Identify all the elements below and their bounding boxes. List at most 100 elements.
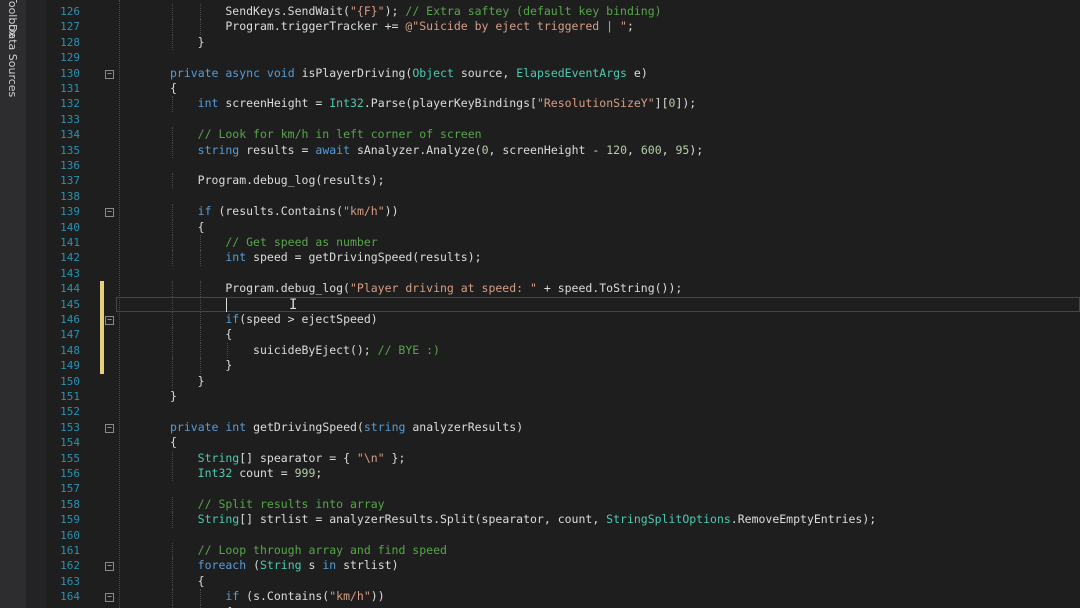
collapse-toggle-icon[interactable]: −: [105, 593, 114, 603]
code-token: }: [225, 358, 233, 373]
code-line[interactable]: 136: [46, 158, 1080, 173]
code-token: {: [225, 605, 232, 608]
indent-guide: [172, 281, 173, 297]
code-line[interactable]: 126 SendKeys.SendWait("{F}"); // Extra sa…: [46, 4, 1080, 20]
code-line[interactable]: 135 string results = await sAnalyzer.Anal…: [46, 142, 1080, 158]
current-line-highlight: [116, 296, 1080, 312]
code-token: {: [170, 435, 177, 450]
code-text: foreach (String s in strlist): [198, 558, 399, 573]
code-line[interactable]: 163 {: [46, 573, 1080, 590]
code-line[interactable]: 158 // Split results into array: [46, 496, 1080, 513]
code-token: );: [384, 4, 406, 18]
code-token: e): [626, 65, 648, 80]
code-token: "ResolutionSizeY": [536, 96, 655, 111]
line-number: 156: [60, 467, 80, 480]
code-line[interactable]: 147 {: [46, 327, 1080, 343]
code-text: }: [225, 358, 232, 373]
line-number: 133: [60, 112, 80, 126]
code-token: )): [370, 589, 385, 604]
code-token: analyzerResults): [405, 419, 524, 434]
code-line[interactable]: 161 // Loop through array and find speed: [46, 543, 1080, 559]
code-line[interactable]: 138: [46, 189, 1080, 204]
code-line[interactable]: 127 Program.triggerTracker += @"Suicide b…: [46, 19, 1080, 35]
code-line[interactable]: 148 suicideByEject(); // BYE :): [46, 342, 1080, 359]
line-number: 131: [60, 82, 80, 95]
collapse-toggle-icon[interactable]: −: [105, 208, 114, 218]
code-line[interactable]: 144 Program.debug_log("Player driving at …: [46, 281, 1080, 297]
code-editor[interactable]: 126 SendKeys.SendWait("{F}"); // Extra sa…: [46, 0, 1080, 608]
code-token: {: [197, 573, 205, 588]
code-line[interactable]: 141 // Get speed as number: [46, 235, 1080, 251]
indent-guide: [172, 512, 173, 528]
indent-guide: [172, 34, 173, 51]
line-number: 154: [60, 436, 80, 450]
code-line[interactable]: 149}: [46, 358, 1080, 374]
code-line[interactable]: 130 − private async void isPlayerDriving(O…: [46, 66, 1080, 81]
code-line[interactable]: 142 int speed = getDrivingSpeed(results);: [46, 250, 1080, 266]
code-text: }: [198, 35, 205, 50]
line-number: 150: [60, 374, 80, 388]
code-token: String: [197, 450, 240, 465]
line-number: 151: [60, 390, 80, 403]
collapse-toggle-icon[interactable]: −: [105, 562, 114, 572]
code-line[interactable]: 134 // Look for km/h in left corner of sc…: [46, 127, 1080, 143]
code-token: ;: [626, 19, 634, 34]
code-line[interactable]: 154 {: [46, 435, 1080, 450]
code-text: String[] strlist = analyzerResults.Split…: [198, 512, 877, 527]
collapse-toggle-icon[interactable]: −: [105, 316, 114, 325]
code-token: ]);: [675, 96, 697, 111]
code-line[interactable]: 157: [46, 481, 1080, 496]
code-line[interactable]: 151}: [46, 389, 1080, 404]
code-line[interactable]: 150}: [46, 373, 1080, 389]
code-token: // Get speed as number: [225, 235, 378, 249]
code-text: {: [170, 435, 177, 450]
indent-guide: [199, 19, 201, 35]
code-line[interactable]: 155 String[] spearator = { "\n" };: [46, 450, 1080, 466]
line-number: 127: [60, 20, 80, 34]
code-token: source,: [453, 65, 517, 80]
code-text: if (s.Contains("km/h")): [225, 589, 384, 604]
code-line[interactable]: 132 int screenHeight = Int32.Parse(player…: [46, 96, 1080, 112]
code-line[interactable]: 129: [46, 50, 1080, 65]
code-text: suicideByEject(); // BYE :): [253, 343, 440, 358]
code-token: );: [689, 142, 704, 157]
line-number: 126: [60, 5, 80, 18]
code-token: if: [225, 312, 240, 326]
code-token: 120: [606, 142, 627, 157]
code-line[interactable]: 152: [46, 404, 1080, 419]
code-line[interactable]: 131 {: [46, 81, 1080, 96]
collapse-toggle-icon[interactable]: −: [105, 423, 114, 433]
code-line[interactable]: 140 {: [46, 219, 1080, 235]
indent-guide: [172, 358, 173, 374]
code-line[interactable]: 137 Program.debug_log(results);: [46, 173, 1080, 189]
line-number: 142: [60, 251, 80, 265]
line-number: 155: [60, 451, 80, 465]
data-sources-tab[interactable]: Data Sources: [6, 24, 19, 97]
code-line[interactable]: 139 − if (results.Contains("km/h")): [46, 204, 1080, 220]
code-token: "\n": [356, 450, 385, 465]
code-text: Program.debug_log("Player driving at spe…: [225, 281, 682, 296]
collapse-toggle-icon[interactable]: −: [105, 69, 114, 79]
code-token: private async void: [170, 65, 302, 80]
code-line[interactable]: 156 Int32 count = 999;: [46, 466, 1080, 482]
code-line[interactable]: 128}: [46, 34, 1080, 51]
indent-guide: [172, 127, 173, 143]
code-line[interactable]: 162 − foreach (String s in strlist): [46, 558, 1080, 574]
code-line[interactable]: 143: [46, 266, 1080, 281]
indent-guide: [172, 204, 173, 220]
code-line[interactable]: 164 − if (s.Contains("km/h")): [46, 589, 1080, 605]
code-token: .Parse(playerKeyBindings[: [363, 96, 537, 111]
code-line[interactable]: 165 {: [46, 604, 1080, 608]
code-text: {: [198, 220, 205, 235]
code-line[interactable]: 159 String[] strlist = analyzerResults.Sp…: [46, 512, 1080, 528]
code-token: (results.Contains(: [211, 204, 344, 219]
code-line[interactable]: 160: [46, 528, 1080, 543]
code-token: {: [170, 81, 177, 95]
code-token: // Split results into array: [197, 496, 385, 511]
code-token: "km/h": [329, 589, 371, 604]
code-token: isPlayerDriving(: [301, 65, 413, 80]
code-line[interactable]: 153 − private int getDrivingSpeed(string a…: [46, 420, 1080, 435]
code-line[interactable]: 146 − if(speed > ejectSpeed): [46, 312, 1080, 328]
code-token: int: [197, 96, 219, 111]
code-line[interactable]: 133: [46, 112, 1080, 127]
